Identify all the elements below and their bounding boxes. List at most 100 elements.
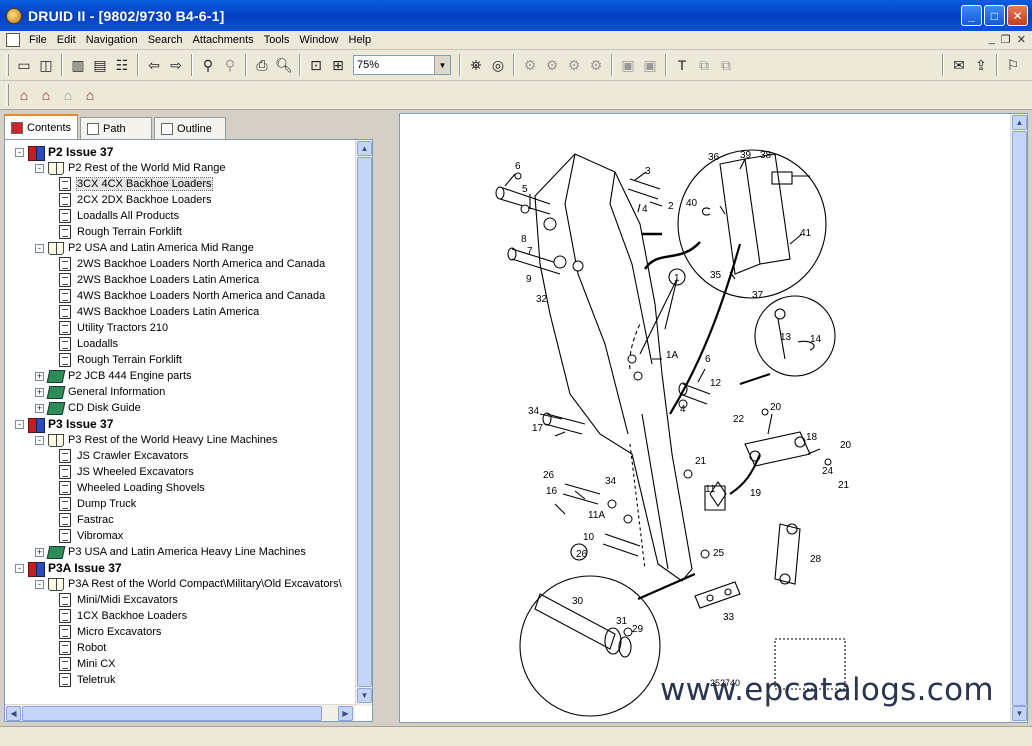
parts-list-icon[interactable]: ⚐ [1003, 55, 1023, 75]
part-callout-label[interactable]: 38 [760, 150, 772, 161]
print-preview-icon[interactable]: 🔍︎ [274, 55, 294, 75]
expand-icon[interactable]: + [35, 547, 44, 557]
part-callout-label[interactable]: 22 [733, 414, 745, 425]
scroll-left-icon[interactable]: ◀ [6, 706, 21, 721]
contents-tree[interactable]: - P2 Issue 37- P2 Rest of the World Mid Ra… [4, 139, 373, 722]
tree-item[interactable]: Teletruk [59, 672, 116, 688]
collapse-icon[interactable]: - [15, 419, 24, 429]
part-callout-label[interactable]: 17 [532, 423, 544, 434]
toolbar-grip[interactable] [6, 54, 9, 76]
page-icon[interactable]: ▤ [90, 55, 110, 75]
tree-item[interactable]: JS Crawler Excavators [59, 448, 188, 464]
part-callout-label[interactable]: 26 [543, 470, 555, 481]
part-callout-label[interactable]: 1 [674, 273, 680, 284]
bookmark-list-icon[interactable]: ⌂ [36, 85, 56, 105]
collapse-icon[interactable]: - [35, 243, 44, 253]
tree-item[interactable]: Micro Excavators [59, 624, 161, 640]
menu-help[interactable]: Help [344, 31, 377, 50]
outline-icon[interactable]: ☷ [112, 55, 132, 75]
text-search-icon[interactable]: T [672, 55, 692, 75]
back-arrow-icon[interactable]: ⇦ [144, 55, 164, 75]
part-callout-label[interactable]: 35 [710, 270, 722, 281]
tree-item[interactable]: + P2 JCB 444 Engine parts [35, 368, 192, 384]
part-callout-label[interactable]: 14 [810, 334, 822, 345]
tree-item[interactable]: - P3A Issue 37 [15, 560, 122, 577]
chevron-down-icon[interactable]: ▼ [434, 56, 450, 74]
menu-file[interactable]: File [24, 31, 52, 50]
toggle-split-icon[interactable]: ◫ [36, 55, 56, 75]
part-callout-label[interactable]: 4 [642, 204, 648, 215]
part-callout-label[interactable]: 30 [572, 596, 584, 607]
part-callout-label[interactable]: 3 [645, 166, 651, 177]
add-bookmark-icon[interactable]: ⌂ [14, 85, 34, 105]
part-callout-label[interactable]: 12 [710, 378, 722, 389]
tab-outline[interactable]: Outline [154, 117, 227, 139]
part-callout-label[interactable]: 10 [583, 532, 595, 543]
part-callout-label[interactable]: 34 [528, 406, 540, 417]
part-callout-label[interactable]: 21 [695, 456, 707, 467]
forward-arrow-icon[interactable]: ⇨ [166, 55, 186, 75]
attachment-list-icon[interactable]: ▣ [640, 55, 660, 75]
menu-navigation[interactable]: Navigation [81, 31, 143, 50]
collapse-icon[interactable]: - [35, 163, 44, 173]
part-callout-label[interactable]: 19 [750, 488, 762, 499]
tree-item[interactable]: Mini CX [59, 656, 116, 672]
part-callout-label[interactable]: 18 [806, 432, 818, 443]
copy-icon[interactable]: ⧉ [694, 55, 714, 75]
menu-window[interactable]: Window [294, 31, 343, 50]
tree-item[interactable]: Loadalls All Products [59, 208, 179, 224]
zoom-window-icon[interactable]: ⊞ [328, 55, 348, 75]
panel-splitter[interactable] [374, 114, 394, 722]
menu-edit[interactable]: Edit [52, 31, 81, 50]
tree-item[interactable]: 4WS Backhoe Loaders North America and Ca… [59, 288, 325, 304]
tree-vertical-scrollbar[interactable]: ▲ ▼ [355, 140, 372, 706]
print-icon[interactable]: ⎙ [252, 55, 272, 75]
attachment-icon[interactable]: ▣ [618, 55, 638, 75]
part-callout-label[interactable]: 37 [752, 290, 764, 301]
scroll-down-icon[interactable]: ▼ [357, 688, 372, 703]
part-callout-label[interactable]: 20 [770, 402, 782, 413]
part-callout-label[interactable]: 25 [713, 548, 725, 559]
bookmark-tree-icon[interactable]: ⚲ [198, 55, 218, 75]
tree-item[interactable]: - P3 Rest of the World Heavy Line Machine… [35, 432, 278, 448]
collapse-icon[interactable]: - [15, 563, 24, 573]
zoom-select[interactable]: 75% ▼ [353, 55, 451, 75]
hotspot-prev-icon[interactable]: ⚙ [542, 55, 562, 75]
scroll-up-icon[interactable]: ▲ [1012, 115, 1027, 130]
zoom-fit-icon[interactable]: ⊡ [306, 55, 326, 75]
part-callout-label[interactable]: 9 [526, 274, 532, 285]
part-callout-label[interactable]: 24 [822, 466, 834, 477]
hotspot-last-icon[interactable]: ⚙ [586, 55, 606, 75]
tree-item[interactable]: 2CX 2DX Backhoe Loaders [59, 192, 212, 208]
tree-item[interactable]: + P3 USA and Latin America Heavy Line Mac… [35, 544, 306, 560]
tree-item[interactable]: Wheeled Loading Shovels [59, 480, 205, 496]
part-callout-label[interactable]: 40 [686, 198, 698, 209]
paste-icon[interactable]: ⧉ [716, 55, 736, 75]
part-callout-label[interactable]: 8 [521, 234, 527, 245]
tree-item[interactable]: - P2 USA and Latin America Mid Range [35, 240, 254, 256]
tree-item[interactable]: 1CX Backhoe Loaders [59, 608, 187, 624]
tree-item[interactable]: - P2 Rest of the World Mid Range [35, 160, 226, 176]
part-callout-label[interactable]: 36 [708, 152, 720, 163]
close-button[interactable]: ✕ [1007, 5, 1028, 26]
expand-icon[interactable]: + [35, 371, 44, 381]
exploded-parts-diagram[interactable]: 6 352436 39 38404135378793211A 612413 1434172… [400, 114, 1012, 722]
part-callout-label[interactable]: 39 [740, 150, 752, 161]
collapse-icon[interactable]: - [35, 435, 44, 445]
collapse-icon[interactable]: - [15, 147, 24, 157]
tree-item[interactable]: Dump Truck [59, 496, 136, 512]
tree-item[interactable]: Loadalls [59, 336, 118, 352]
tree-item[interactable]: Utility Tractors 210 [59, 320, 168, 336]
part-callout-label[interactable]: 7 [527, 246, 533, 257]
part-callout-label[interactable]: 2 [668, 201, 674, 212]
tab-contents[interactable]: Contents [4, 114, 79, 139]
part-callout-label[interactable]: 5 [522, 184, 528, 195]
mdi-restore-icon[interactable]: ❐ [1001, 33, 1011, 46]
maximize-button[interactable]: □ [984, 5, 1005, 26]
binoculars-icon[interactable]: ◎ [488, 55, 508, 75]
viewer-vertical-scrollbar[interactable]: ▲ ▼ [1010, 114, 1027, 722]
menu-tools[interactable]: Tools [259, 31, 295, 50]
part-callout-label[interactable]: 32 [536, 294, 548, 305]
remove-bookmark-icon[interactable]: ⌂ [58, 85, 78, 105]
scroll-down-icon[interactable]: ▼ [1012, 706, 1027, 721]
